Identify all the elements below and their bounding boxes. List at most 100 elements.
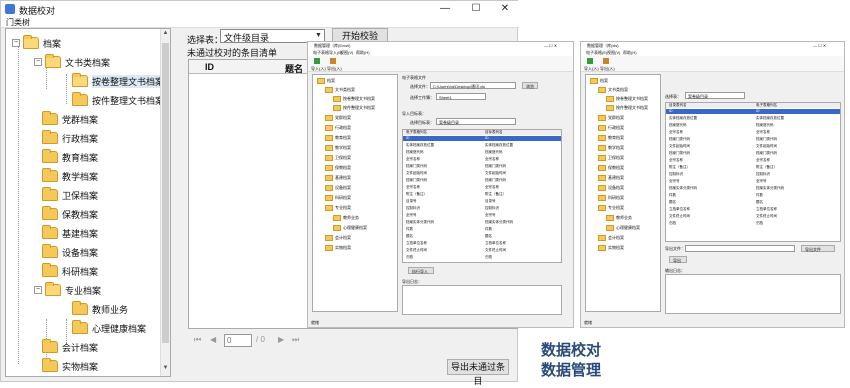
mapping-row[interactable]: 文件起始时间 文件起始时间 [403, 171, 561, 176]
mapping-row[interactable]: 立档单位名称 立档单位名称 [403, 241, 561, 246]
mapping-row[interactable]: 全宗名称 全宗名称 [403, 185, 561, 190]
mapping-row[interactable]: 控制标识 控制标识 [403, 206, 561, 211]
mapping-row[interactable]: 文件终止时间 文件终止时间 [403, 248, 561, 253]
thumb2-tree[interactable]: 档案 文书类档案 按卷整理文书档案 按件整理文书档案 党群档案 行政档案 教育档… [585, 74, 661, 312]
import-icon[interactable] [314, 58, 320, 64]
export-icon[interactable] [603, 58, 609, 64]
thumb2-tool[interactable]: 导入(入) [584, 66, 599, 72]
tree-item[interactable]: 按件整理文书档案 [72, 92, 164, 108]
mapping-row[interactable]: 文件起始时间 文件起始时间 [666, 144, 840, 149]
tree-item[interactable]: 按卷整理文书档案 [72, 73, 165, 89]
export-icon[interactable] [330, 58, 336, 64]
menu-category-tree[interactable]: 门类树 [6, 17, 30, 28]
mapping-row[interactable]: 目录号 目录号 [403, 199, 561, 204]
mapping-row[interactable]: 档案门类代码 档案门类代码 [666, 137, 840, 142]
next-page-icon[interactable]: ▶ [278, 335, 284, 344]
mapping-row[interactable]: ID ID [666, 109, 840, 114]
mapping-cell: 档案实体分类代码 [485, 220, 513, 224]
tree-item[interactable]: 党群档案 [42, 111, 98, 127]
mapping-row[interactable]: 归档 归档 [666, 221, 840, 226]
tree-item[interactable]: − 专业档案 [34, 282, 101, 298]
mapping-row[interactable]: 附注（备注） 附注（备注） [403, 192, 561, 197]
collapse-icon[interactable]: − [34, 286, 42, 294]
mapping-row[interactable]: 件数 件数 [403, 227, 561, 232]
tree-item[interactable]: 实物档案 [42, 358, 98, 374]
collapse-icon[interactable]: − [34, 58, 42, 66]
mapping-row[interactable]: 档案馆代码 档案馆代码 [666, 123, 840, 128]
mapping-row[interactable]: 实体档案存放位置 实体档案存放位置 [666, 116, 840, 121]
category-tree[interactable]: − 档案 − 文书类档案 按卷整理文书档案 按件整理文书档案 党群档案 行政档案… [5, 28, 171, 377]
thumb2-run-button[interactable]: 导出 [669, 256, 687, 263]
mapping-row[interactable]: 档案门类代码 档案门类代码 [403, 164, 561, 169]
mapping-row[interactable]: 附注（备注） 附注（备注） [666, 165, 840, 170]
collapse-icon[interactable]: − [12, 39, 20, 47]
column-header-title[interactable]: 题名 [285, 62, 303, 75]
scroll-up-icon[interactable]: ▲ [160, 30, 170, 40]
thumb2-mapping-table[interactable]: 目录表列名 电子表格列名 ID ID 实体档案存放位置 实体档案存放位置 档案馆代码 档案馆… [665, 102, 841, 242]
thumb1-tool[interactable]: 导出(入) [327, 66, 342, 72]
mapping-row[interactable]: 全宗号 全宗号 [403, 213, 561, 218]
tree-item[interactable]: 基建档案 [42, 225, 98, 241]
mapping-row[interactable]: 实体档案存放位置 实体档案存放位置 [403, 143, 561, 148]
tree-item[interactable]: 卫保档案 [42, 187, 98, 203]
thumb1-run-button[interactable]: 执行导入 [408, 267, 434, 274]
scroll-down-icon[interactable]: ▼ [160, 365, 170, 375]
close-icon[interactable]: ✕ [495, 2, 515, 16]
thumb2-export-file-button[interactable]: 导出文件 [801, 245, 835, 252]
mapping-row[interactable]: 全宗名称 全宗名称 [403, 157, 561, 162]
mapping-row[interactable]: 题名 题名 [403, 234, 561, 239]
thumb2-export-path-input[interactable] [685, 245, 795, 252]
tree-item[interactable]: 心理健康档案 [72, 320, 146, 336]
thumb1-target-select[interactable]: 案卷级目录 [436, 118, 516, 125]
mapping-row[interactable]: 归档 归档 [403, 255, 561, 260]
thumb1-tool[interactable]: 导入(入) [311, 66, 326, 72]
tree-item[interactable]: 教育档案 [42, 149, 98, 165]
mapping-row[interactable]: 文件终止时间 文件终止时间 [666, 214, 840, 219]
mapping-row[interactable]: 件数 件数 [666, 193, 840, 198]
tree-item-root[interactable]: − 档案 [12, 35, 61, 51]
mapping-cell: 文件起始时间 [756, 144, 777, 148]
thumb1-browse-button[interactable]: 浏览 [522, 82, 538, 89]
mapping-row[interactable]: 全宗名称 全宗名称 [666, 158, 840, 163]
mapping-row[interactable]: 全宗号 全宗号 [666, 179, 840, 184]
mapping-row[interactable]: 题名 题名 [666, 200, 840, 205]
mapping-row[interactable]: 立档单位名称 立档单位名称 [666, 207, 840, 212]
maximize-icon[interactable]: ☐ [466, 2, 486, 16]
tree-item[interactable]: 教学档案 [42, 168, 98, 184]
export-failed-button[interactable]: 导出未通过条目 [447, 359, 509, 386]
thumb2-tool[interactable]: 导出(入) [600, 66, 615, 72]
mapping-row[interactable]: 控制标识 控制标识 [666, 172, 840, 177]
mapping-row[interactable]: 档案门类代码 档案门类代码 [666, 151, 840, 156]
thumb1-log-area[interactable] [402, 285, 562, 315]
prev-page-icon[interactable]: ◀ [210, 335, 216, 344]
thumb1-sheet-select[interactable]: Sheet1 [436, 93, 486, 100]
thumb2-log-area[interactable] [665, 274, 841, 314]
tree-item[interactable]: 行政档案 [42, 130, 98, 146]
tree-item[interactable]: 设备档案 [42, 244, 98, 260]
first-page-icon[interactable]: ⏮ [194, 335, 201, 345]
mapping-row[interactable]: 档案实体分类代码 档案实体分类代码 [666, 186, 840, 191]
app-icon [5, 4, 15, 14]
tree-item[interactable]: 教师业务 [72, 301, 128, 317]
mapping-row[interactable]: 档案门类代码 档案门类代码 [403, 178, 561, 183]
tree-item[interactable]: 会计档案 [42, 339, 98, 355]
scroll-thumb[interactable] [162, 43, 169, 343]
page-number-input[interactable]: 0 [224, 334, 252, 347]
minimize-icon[interactable]: — [435, 2, 455, 16]
import-icon[interactable] [587, 58, 593, 64]
mapping-row[interactable]: 全宗名称 全宗名称 [666, 130, 840, 135]
mapping-cell: 归档 [406, 255, 413, 259]
column-header-id[interactable]: ID [205, 62, 214, 72]
tree-item[interactable]: 保教档案 [42, 206, 98, 222]
tree-item[interactable]: − 文书类档案 [34, 54, 110, 70]
thumb1-file-path-input[interactable]: C:\Users\hd\Desktop\通讯.xls [430, 82, 516, 89]
thumb2-tree-label: 实物档案 [608, 245, 624, 250]
thumb1-tree[interactable]: 档案 文书类档案 按卷整理文书档案 按件整理文书档案 党群档案 行政档案 教育档… [312, 74, 398, 312]
last-page-icon[interactable]: ⏭ [292, 335, 299, 345]
mapping-row[interactable]: 档案馆代码 档案馆代码 [403, 150, 561, 155]
mapping-row[interactable]: ID ID [403, 136, 561, 141]
tree-item[interactable]: 科研档案 [42, 263, 98, 279]
thumb2-select[interactable]: 案卷级目录 [685, 92, 745, 99]
mapping-row[interactable]: 档案实体分类代码 档案实体分类代码 [403, 220, 561, 225]
thumb1-mapping-table[interactable]: 电子表格列名 目标表列名 ID ID 实体档案存放位置 实体档案存放位置 档案馆代码 档案馆… [402, 129, 562, 263]
